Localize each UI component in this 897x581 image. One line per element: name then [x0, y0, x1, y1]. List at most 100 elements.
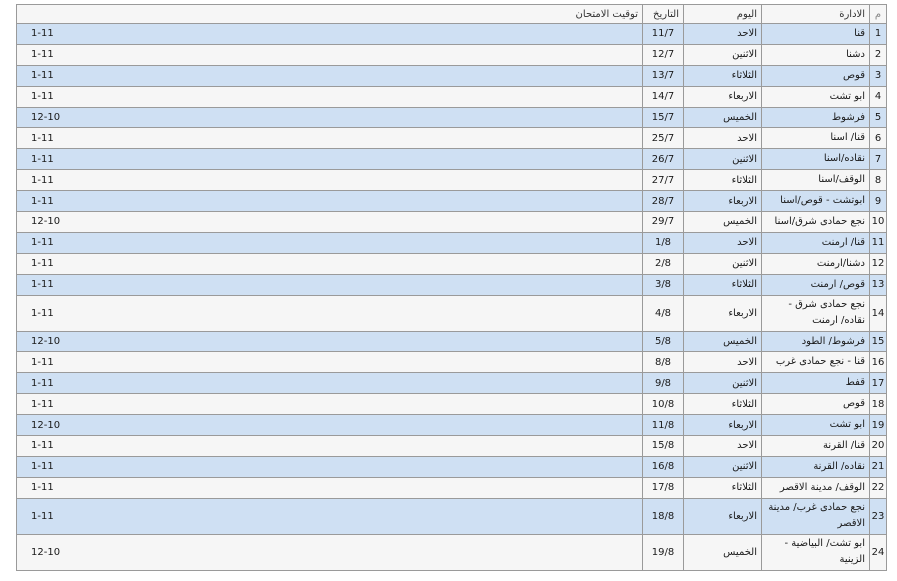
row-exam-time: 1-11 — [16, 231, 643, 254]
row-day: الثلاثاء — [683, 393, 762, 416]
table-row: 18 قوص الثلاثاء 10/8 1-11 — [16, 393, 887, 416]
row-number: 23 — [869, 497, 887, 535]
table-row: 8 الوقف/اسنا الثلاثاء 27/7 1-11 — [16, 169, 887, 192]
row-date: 8/8 — [642, 351, 684, 374]
row-date: 25/7 — [642, 127, 684, 150]
row-day: الاحد — [683, 351, 762, 374]
row-date: 10/8 — [642, 393, 684, 416]
row-department: نقاده/اسنا — [761, 148, 870, 171]
header-row: م الادارة اليوم التاريخ توقيت الامتحان — [16, 4, 887, 24]
row-date: 16/8 — [642, 455, 684, 478]
row-exam-time: 1-11 — [16, 273, 643, 296]
row-department: قنا - نجع حمادى غرب — [761, 351, 870, 374]
table-row: 13 قوص/ ارمنت الثلاثاء 3/8 1-11 — [16, 273, 887, 296]
row-exam-time: 1-11 — [16, 23, 643, 45]
row-number: 8 — [869, 169, 887, 192]
row-exam-time: 1-11 — [16, 497, 643, 535]
row-department: قنا — [761, 23, 870, 45]
row-date: 2/8 — [642, 252, 684, 275]
row-exam-time: 1-11 — [16, 64, 643, 87]
row-day: الخميس — [683, 330, 762, 353]
row-exam-time: 12-10 — [16, 211, 643, 233]
row-day: الثلاثاء — [683, 64, 762, 87]
table-row: 4 ابو تشت الاربعاء 14/7 1-11 — [16, 85, 887, 108]
row-day: الثلاثاء — [683, 476, 762, 499]
row-day: الاثنين — [683, 252, 762, 275]
header-day: اليوم — [683, 4, 762, 24]
row-department: قوص — [761, 393, 870, 416]
row-day: الاحد — [683, 23, 762, 45]
row-date: 9/8 — [642, 372, 684, 395]
row-department: قفط — [761, 372, 870, 395]
row-day: الثلاثاء — [683, 273, 762, 296]
row-date: 5/8 — [642, 330, 684, 353]
table-row: 21 نقاده/ القرنة الاثنين 16/8 1-11 — [16, 455, 887, 478]
row-day: الاحد — [683, 435, 762, 457]
row-exam-time: 1-11 — [16, 148, 643, 171]
table-row: 24 ابو تشت/ البياضية - الزينية الخميس 19/8 1… — [16, 533, 887, 571]
row-day: الاثنين — [683, 43, 762, 66]
table-row: 12 دشنا/ارمنت الاثنين 2/8 1-11 — [16, 252, 887, 275]
row-number: 7 — [869, 148, 887, 171]
row-number: 16 — [869, 351, 887, 374]
row-department: نجع حمادى شرق/اسنا — [761, 211, 870, 233]
row-date: 4/8 — [642, 294, 684, 332]
table-row: 3 قوص الثلاثاء 13/7 1-11 — [16, 64, 887, 87]
row-exam-time: 12-10 — [16, 330, 643, 353]
row-number: 2 — [869, 43, 887, 66]
row-department: قنا/ ارمنت — [761, 231, 870, 254]
table-row: 16 قنا - نجع حمادى غرب الاحد 8/8 1-11 — [16, 351, 887, 374]
row-exam-time: 1-11 — [16, 43, 643, 66]
row-department: فرشوط — [761, 106, 870, 129]
row-date: 17/8 — [642, 476, 684, 499]
row-number: 22 — [869, 476, 887, 499]
table-row: 23 نجع حمادى غرب/ مدينة الاقصر الاربعاء 18/… — [16, 497, 887, 535]
row-day: الاثنين — [683, 372, 762, 395]
row-department: قنا/ القرنة — [761, 435, 870, 457]
row-exam-time: 1-11 — [16, 85, 643, 108]
row-department: دشنا/ارمنت — [761, 252, 870, 275]
row-date: 28/7 — [642, 190, 684, 213]
row-exam-time: 1-11 — [16, 252, 643, 275]
row-day: الاربعاء — [683, 190, 762, 213]
row-number: 1 — [869, 23, 887, 45]
table-row: 2 دشنا الاثنين 12/7 1-11 — [16, 43, 887, 66]
table-row: 11 قنا/ ارمنت الاحد 1/8 1-11 — [16, 231, 887, 254]
table-row: 10 نجع حمادى شرق/اسنا الخميس 29/7 12-10 — [16, 211, 887, 233]
row-department: ابوتشت - قوص/اسنا — [761, 190, 870, 213]
row-exam-time: 12-10 — [16, 106, 643, 129]
row-number: 13 — [869, 273, 887, 296]
row-date: 15/7 — [642, 106, 684, 129]
row-exam-time: 1-11 — [16, 294, 643, 332]
row-department: نجع حمادى شرق - نقاده/ ارمنت — [761, 294, 870, 332]
row-department: قوص — [761, 64, 870, 87]
row-number: 10 — [869, 211, 887, 233]
row-exam-time: 12-10 — [16, 533, 643, 571]
table-row: 20 قنا/ القرنة الاحد 15/8 1-11 — [16, 435, 887, 457]
row-date: 14/7 — [642, 85, 684, 108]
row-day: الاحد — [683, 127, 762, 150]
row-date: 19/8 — [642, 533, 684, 571]
row-number: 24 — [869, 533, 887, 571]
row-exam-time: 12-10 — [16, 414, 643, 437]
row-day: الاثنين — [683, 148, 762, 171]
row-number: 17 — [869, 372, 887, 395]
row-number: 19 — [869, 414, 887, 437]
row-exam-time: 1-11 — [16, 476, 643, 499]
table-row: 1 قنا الاحد 11/7 1-11 — [16, 23, 887, 45]
row-date: 12/7 — [642, 43, 684, 66]
row-date: 29/7 — [642, 211, 684, 233]
row-exam-time: 1-11 — [16, 393, 643, 416]
row-exam-time: 1-11 — [16, 190, 643, 213]
table-row: 17 قفط الاثنين 9/8 1-11 — [16, 372, 887, 395]
row-number: 12 — [869, 252, 887, 275]
row-day: الاربعاء — [683, 414, 762, 437]
row-date: 27/7 — [642, 169, 684, 192]
row-day: الخميس — [683, 533, 762, 571]
row-department: نجع حمادى غرب/ مدينة الاقصر — [761, 497, 870, 535]
table-row: 14 نجع حمادى شرق - نقاده/ ارمنت الاربعاء 4/… — [16, 294, 887, 332]
row-department: قنا/ اسنا — [761, 127, 870, 150]
row-date: 11/8 — [642, 414, 684, 437]
row-date: 15/8 — [642, 435, 684, 457]
row-day: الاربعاء — [683, 85, 762, 108]
